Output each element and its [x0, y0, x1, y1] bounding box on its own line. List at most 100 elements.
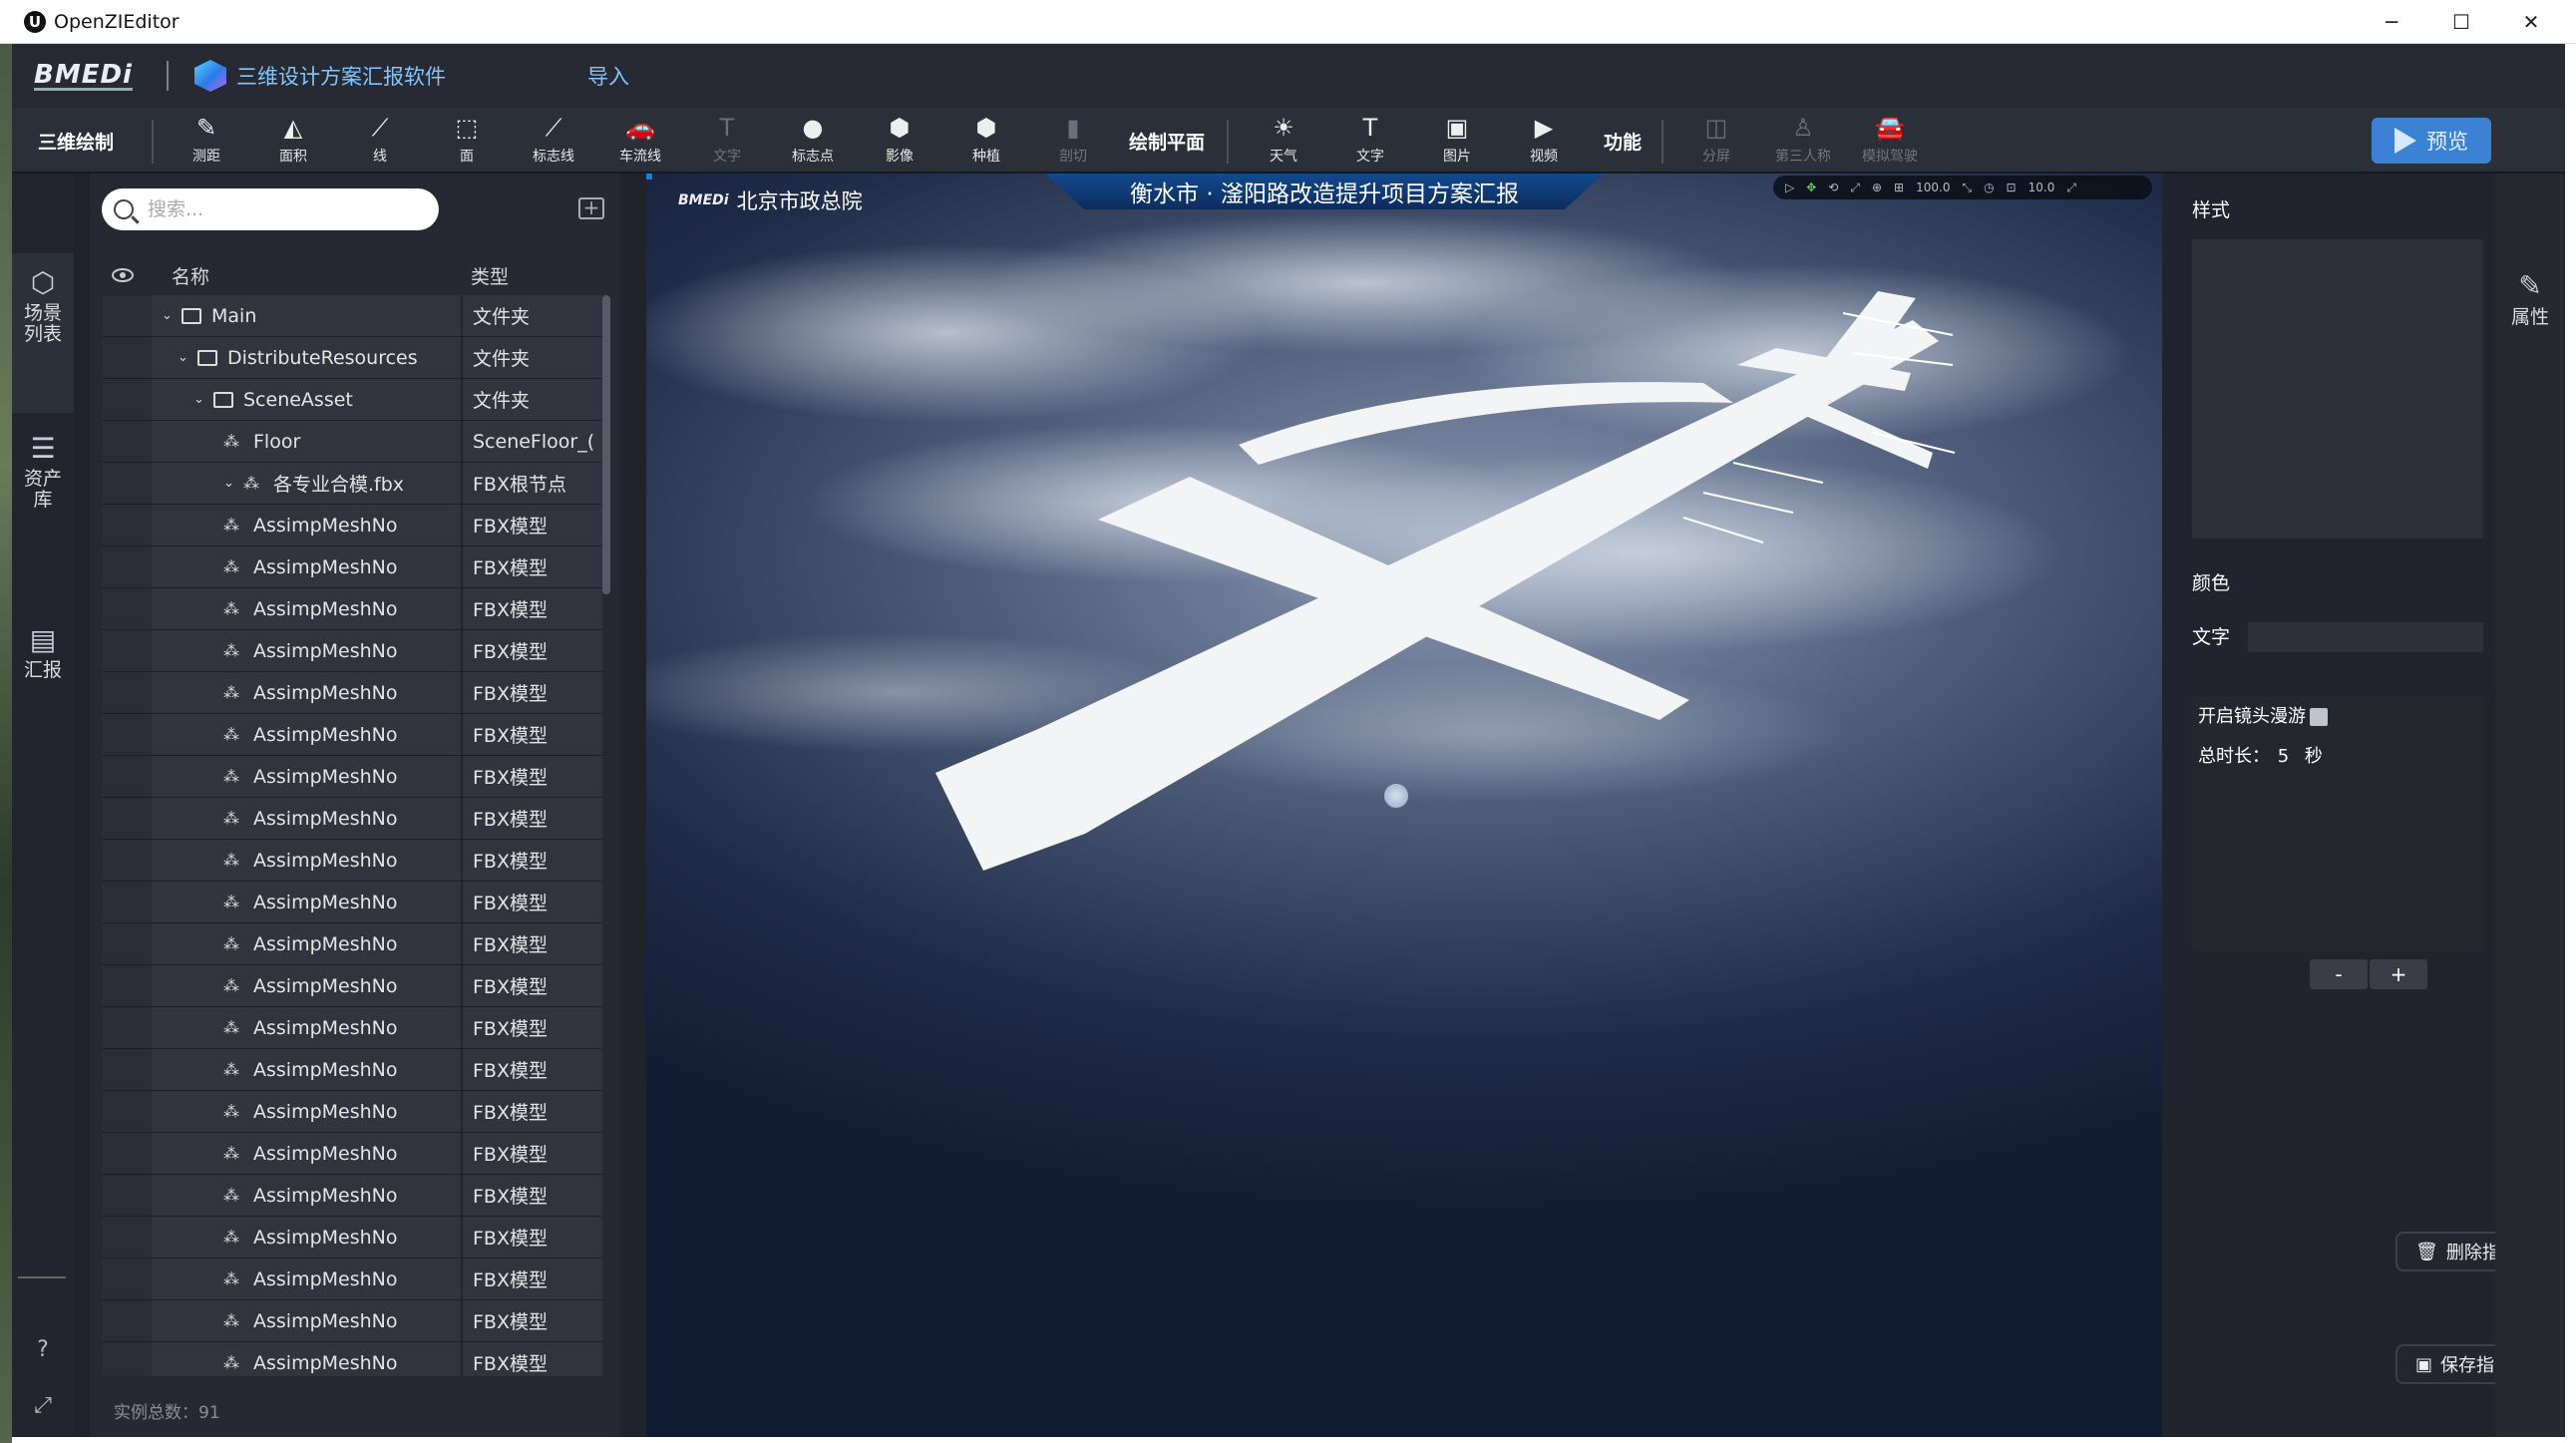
visibility-eye-icon[interactable] — [112, 268, 134, 282]
tool-3-button[interactable]: ⬚ 面 — [432, 112, 502, 170]
move-tool-icon[interactable]: ✥ — [1806, 180, 1816, 194]
tree-row[interactable]: ⁂ AssimpMeshNo FBX模型 — [102, 882, 602, 923]
chevron-down-icon[interactable]: ⌄ — [223, 476, 237, 491]
search-box[interactable] — [102, 188, 439, 230]
tree-row[interactable]: ⁂ AssimpMeshNo FBX模型 — [102, 1217, 602, 1259]
row-visibility-cell[interactable] — [102, 923, 152, 964]
chevron-down-icon[interactable]: ⌄ — [178, 350, 191, 365]
increase-button[interactable]: + — [2370, 959, 2427, 989]
group-plane-draw[interactable]: 绘制平面 — [1129, 108, 1205, 174]
rotate-tool-icon[interactable]: ⟲ — [1828, 180, 1838, 194]
tool-14-button[interactable]: ▶ 视频 — [1509, 112, 1579, 170]
3d-viewport[interactable]: BMEDi 北京市政总院 衡水市 · 滏阳路改造提升项目方案汇报 ▷ ✥ ⟲ ⤢… — [646, 174, 2162, 1437]
grid-icon[interactable]: ⊞ — [1894, 180, 1904, 194]
tree-row[interactable]: ⁂ AssimpMeshNo FBX模型 — [102, 588, 602, 630]
close-button[interactable]: ✕ — [2496, 0, 2566, 44]
import-button[interactable]: 导入 — [587, 61, 629, 91]
row-visibility-cell[interactable] — [102, 965, 152, 1006]
row-visibility-cell[interactable] — [102, 505, 152, 545]
delete-button[interactable]: 🗑 删除指 — [2395, 1232, 2505, 1271]
tree-row[interactable]: ⁂ AssimpMeshNo FBX模型 — [102, 798, 602, 840]
scale-tool-icon[interactable]: ⤢ — [1850, 180, 1860, 195]
row-visibility-cell[interactable] — [102, 546, 152, 587]
globe-icon[interactable]: ⊕ — [1872, 180, 1882, 194]
tree-row[interactable]: ⁂ AssimpMeshNo FBX模型 — [102, 714, 602, 756]
group-functions[interactable]: 功能 — [1604, 108, 1642, 174]
tool-13-button[interactable]: ▣ 图片 — [1422, 112, 1492, 170]
camera-tour-checkbox[interactable] — [2310, 708, 2328, 726]
tree-row[interactable]: ⁂ AssimpMeshNo FBX模型 — [102, 1007, 602, 1049]
camera-icon[interactable]: ⊡ — [2007, 180, 2017, 194]
tree-row[interactable]: ⌄ Main 文件夹 — [102, 295, 602, 337]
tool-12-button[interactable]: T 文字 — [1335, 112, 1405, 170]
snap-icon[interactable]: ⤡ — [1962, 180, 1972, 195]
tree-row[interactable]: ⁂ AssimpMeshNo FBX模型 — [102, 1049, 602, 1091]
tool-1-button[interactable]: ◭ 面积 — [258, 112, 328, 170]
tool-4-button[interactable]: ⟋ 标志线 — [519, 112, 588, 170]
tree-row[interactable]: ⁂ AssimpMeshNo FBX模型 — [102, 1133, 602, 1175]
tree-row[interactable]: ⁂ AssimpMeshNo FBX模型 — [102, 1342, 602, 1376]
duration-value[interactable]: 5 — [2278, 746, 2289, 767]
tree-row[interactable]: ⁂ AssimpMeshNo FBX模型 — [102, 840, 602, 882]
nav-asset-library[interactable]: ☰ 资产库 — [12, 431, 74, 531]
row-visibility-cell[interactable] — [102, 1342, 152, 1376]
row-visibility-cell[interactable] — [102, 379, 152, 420]
row-visibility-cell[interactable] — [102, 1175, 152, 1216]
tool-10-button[interactable]: ▮ 剖切 — [1038, 112, 1108, 170]
tool-2-button[interactable]: ⟋ 线 — [345, 112, 415, 170]
nav-report[interactable]: ▤ 汇报 — [12, 622, 74, 702]
search-input[interactable] — [148, 198, 407, 220]
nav-scene-list[interactable]: ⬡ 场景列表 — [12, 253, 74, 413]
row-visibility-cell[interactable] — [102, 840, 152, 881]
group-3d-draw[interactable]: 三维绘制 — [38, 108, 114, 174]
chevron-down-icon[interactable]: ⌄ — [162, 308, 176, 323]
maximize-button[interactable]: ☐ — [2426, 0, 2496, 44]
tree-row[interactable]: ⁂ AssimpMeshNo FBX模型 — [102, 1091, 602, 1133]
tool-6-button[interactable]: T 文字 — [692, 112, 762, 170]
tree-row[interactable]: ⁂ AssimpMeshNo FBX模型 — [102, 1175, 602, 1217]
chevron-down-icon[interactable]: ⌄ — [193, 392, 207, 407]
add-folder-icon[interactable]: + — [578, 197, 604, 219]
text-input[interactable] — [2248, 622, 2483, 652]
tree-row[interactable]: ⁂ Floor SceneFloor_( — [102, 421, 602, 463]
row-visibility-cell[interactable] — [102, 337, 152, 378]
tree-scrollbar[interactable] — [602, 295, 610, 594]
tool-5-button[interactable]: 🚗 车流线 — [605, 112, 675, 170]
tree-row[interactable]: ⁂ AssimpMeshNo FBX模型 — [102, 756, 602, 798]
row-visibility-cell[interactable] — [102, 630, 152, 671]
fullscreen-icon[interactable]: ⤢ — [28, 1390, 58, 1420]
tool-0-button[interactable]: ✎ 测距 — [172, 112, 241, 170]
preview-button[interactable]: 预览 — [2372, 118, 2491, 164]
help-icon[interactable]: ? — [28, 1334, 58, 1364]
tree-row[interactable]: ⁂ AssimpMeshNo FBX模型 — [102, 546, 602, 588]
tree-row[interactable]: ⁂ AssimpMeshNo FBX模型 — [102, 505, 602, 546]
tool-11-button[interactable]: ☀ 天气 — [1249, 112, 1318, 170]
tool-9-button[interactable]: ⬢ 种植 — [951, 112, 1021, 170]
tree-row[interactable]: ⌄ ⁂ 各专业合模.fbx FBX根节点 — [102, 463, 602, 505]
camera-speed-value[interactable]: 10.0 — [2028, 180, 2055, 194]
tool-7-button[interactable]: ● 标志点 — [778, 112, 848, 170]
grid-size-value[interactable]: 100.0 — [1916, 180, 1950, 194]
tree-row[interactable]: ⁂ AssimpMeshNo FBX模型 — [102, 672, 602, 714]
row-visibility-cell[interactable] — [102, 1133, 152, 1174]
row-visibility-cell[interactable] — [102, 295, 152, 336]
row-visibility-cell[interactable] — [102, 463, 152, 504]
light-source-gizmo[interactable] — [1384, 784, 1408, 808]
select-tool-icon[interactable]: ▷ — [1785, 180, 1794, 194]
row-visibility-cell[interactable] — [102, 882, 152, 922]
row-visibility-cell[interactable] — [102, 1259, 152, 1299]
row-visibility-cell[interactable] — [102, 421, 152, 462]
tree-row[interactable]: ⁂ AssimpMeshNo FBX模型 — [102, 1259, 602, 1300]
row-visibility-cell[interactable] — [102, 1300, 152, 1341]
row-visibility-cell[interactable] — [102, 1049, 152, 1090]
row-visibility-cell[interactable] — [102, 714, 152, 755]
tree-row[interactable]: ⌄ DistributeResources 文件夹 — [102, 337, 602, 379]
row-visibility-cell[interactable] — [102, 798, 152, 839]
tool-17-button[interactable]: 🚘 模拟驾驶 — [1855, 112, 1925, 170]
decrease-button[interactable]: - — [2310, 959, 2368, 989]
style-preview-box[interactable] — [2192, 239, 2483, 539]
tree-row[interactable]: ⁂ AssimpMeshNo FBX模型 — [102, 965, 602, 1007]
row-visibility-cell[interactable] — [102, 588, 152, 629]
rotation-snap-icon[interactable]: ◷ — [1984, 180, 1994, 194]
row-visibility-cell[interactable] — [102, 1091, 152, 1132]
